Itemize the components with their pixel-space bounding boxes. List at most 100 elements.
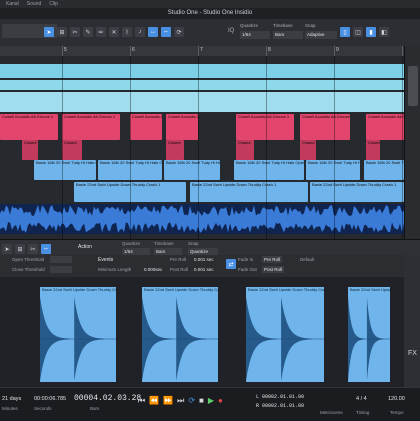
clip-title: Cowell Acoustic Alt Groove 1 (132, 114, 162, 119)
hats-clip[interactable]: Basie 22nd Swirl Upside Down Thuddy Cras… (190, 182, 308, 202)
listen-tool-icon[interactable]: ♪ (135, 27, 145, 37)
post-roll-label: Post Roll (170, 267, 189, 272)
audio-editor: Basie 22nd Swirl Upside Down Thuddy Cras… (0, 277, 404, 387)
bars-label: Bars (90, 406, 100, 411)
acoustic-clip[interactable]: Cowell Acoustic Alt Groove 1 (366, 114, 404, 140)
follow-icon[interactable]: ⇔ (161, 27, 171, 37)
editor-follow-icon[interactable]: ⇔ (41, 244, 51, 254)
editor-audio-event[interactable]: Basie 22nd Swirl Upside Down Thuddy Cras… (40, 287, 116, 382)
hats-clip[interactable]: Basie 22nd Swirl Upside Down Thuddy Cras… (310, 182, 404, 202)
menu-item-sound[interactable]: Sound (27, 1, 41, 7)
ride-clip[interactable]: Basie 16th 20 Swirl Tudy Hi Hats Open 8 (234, 160, 304, 180)
min-length-value[interactable]: 0.000sec (144, 267, 162, 272)
open-threshold-field[interactable] (50, 256, 72, 263)
post-roll-value[interactable]: 0.001 sec (194, 267, 214, 272)
acoustic-clip[interactable]: Cowell Acoustic Alt Groove 1 (166, 114, 198, 140)
menu-item-kanal[interactable]: Kanal (6, 1, 19, 7)
go-to-end-icon[interactable]: ⏭ (177, 396, 184, 406)
editor-audio-event[interactable]: Basie 22nd Swirl Upside Down Thuddy Cras… (142, 287, 218, 382)
stop-icon[interactable]: ■ (199, 396, 204, 406)
ride-clip[interactable]: Basie 16th 20 Swirl Tudy Hi Hats Open 8 (34, 160, 96, 180)
eraser-tool-icon[interactable]: ✎ (83, 27, 93, 37)
track-lane-1[interactable] (0, 64, 404, 78)
record-icon[interactable]: ● (218, 396, 223, 406)
editor-quantize-select[interactable]: 1/64 (122, 248, 150, 255)
acoustic-clip[interactable]: Cowell Acoustic Alt Groove 1 (236, 114, 294, 140)
autoscroll-icon[interactable]: ↔ (148, 27, 158, 37)
editor-audio-event[interactable]: Basie 22nd Swirl Upside Down Thuddy Cras… (246, 287, 324, 382)
closed-clip[interactable]: Closed (22, 140, 38, 160)
ruler-tick (402, 46, 403, 56)
inspector-icon[interactable]: ▮ (366, 27, 376, 37)
loop-icon[interactable]: ⟳ (174, 27, 184, 37)
fade-link-icon[interactable]: ⇄ (226, 259, 236, 269)
edit-tools: ➤ ⊞ ✂ ✎ ✏ ✕ ⌇ ♪ ↔ ⇔ ⟳ (44, 25, 184, 39)
track-lane-2[interactable] (0, 80, 404, 90)
closed-clip[interactable]: Closed (166, 140, 184, 160)
fx-icon[interactable]: FX (408, 350, 417, 357)
arrow-tool-icon[interactable]: ➤ (44, 27, 54, 37)
editor-timebase-select[interactable]: Bars (154, 248, 182, 255)
return-to-zero-icon[interactable]: ⏮ (138, 396, 145, 406)
seconds-value[interactable]: 00:00:06.785 (34, 396, 66, 402)
bend-tool-icon[interactable]: ⌇ (122, 27, 132, 37)
timing-value[interactable]: 4 / 4 (356, 396, 367, 402)
quantize-select[interactable]: 1/64 (240, 31, 270, 39)
metronome-label: Metronome (320, 410, 343, 415)
editor-snap-label: Snap (188, 241, 199, 246)
acoustic-clip[interactable]: Cowell Acoustic Alt Groove 1 (300, 114, 350, 140)
closed-clip[interactable]: Closed (300, 140, 316, 160)
acoustic-clip[interactable]: Cowell Acoustic Alt Groove 1 (130, 114, 162, 140)
loop-start[interactable]: L 00002.01.01.00 (256, 394, 304, 400)
menu-item-clip[interactable]: Clip (49, 1, 58, 7)
ride-clip[interactable]: Basie 16th 20 Swirl Tudy Hi Hats Open 8 (164, 160, 220, 180)
open-threshold-label: Open Threshold (12, 257, 45, 262)
browse-icon[interactable]: ◧ (379, 27, 389, 37)
editor-split-icon[interactable]: ✂ (28, 244, 38, 254)
clip-title: Closed (168, 140, 181, 145)
action-label[interactable]: Action (78, 244, 92, 250)
track-lane-3[interactable] (0, 92, 404, 112)
position-display[interactable]: 00004.02.03.28 (74, 394, 141, 403)
record-days: 21 days (2, 396, 22, 402)
snap-toggle-icon[interactable]: ▯ (340, 27, 350, 37)
range-tool-icon[interactable]: ⊞ (57, 27, 67, 37)
waveform-graphic (0, 205, 404, 233)
clip-title: Closed (24, 140, 37, 145)
close-threshold-field[interactable] (50, 266, 72, 273)
clip-title: Basie 22nd Swirl Upside Down Thuddy Cras… (312, 182, 397, 187)
editor-range-icon[interactable]: ⊞ (15, 244, 25, 254)
acoustic-clip[interactable]: Cowell Acoustic Alt Groove 1 (0, 114, 58, 140)
strip-silence-panel: Open Threshold Close Threshold Events Mi… (0, 255, 420, 278)
vertical-scrollbar[interactable] (404, 46, 420, 239)
grid-icon[interactable]: ◫ (353, 27, 363, 37)
loop-end[interactable]: R 00002.01.01.00 (256, 403, 304, 409)
fade-pre-roll[interactable]: Pre Roll (262, 256, 283, 263)
ride-clip[interactable]: Basie 16th 20 Swirl Tudy Hi Hats Open 8 (364, 160, 404, 180)
ride-clip[interactable]: Basie 16th 20 Swirl Tudy Hi Hats Open 8 (306, 160, 360, 180)
scroll-thumb[interactable] (408, 66, 418, 106)
fast-forward-icon[interactable]: ⏩ (163, 396, 173, 406)
timebase-select[interactable]: Bars (273, 31, 303, 39)
default-button[interactable]: Default (300, 257, 314, 262)
closed-clip[interactable]: Closed (236, 140, 254, 160)
editor-arrow-icon[interactable]: ➤ (2, 244, 12, 254)
waveform-lane[interactable] (0, 204, 404, 234)
paint-tool-icon[interactable]: ✏ (96, 27, 106, 37)
play-icon[interactable]: ▶ (208, 396, 214, 406)
snap-select[interactable]: Adaptive (305, 31, 337, 39)
loop-transport-icon[interactable]: ⟳ (188, 396, 195, 406)
fade-post-roll[interactable]: Post Roll (262, 266, 285, 273)
closed-clip[interactable]: Closed (366, 140, 380, 160)
editor-audio-event[interactable]: Basie 22nd Swirl Upside Down Thuddy Cras… (348, 287, 390, 382)
mute-tool-icon[interactable]: ✕ (109, 27, 119, 37)
closed-clip[interactable]: Closed (62, 140, 82, 160)
grid-line (198, 56, 199, 239)
editor-snap-select[interactable]: Quantize (188, 248, 218, 255)
tempo-value[interactable]: 120.00 (388, 396, 405, 402)
acoustic-clip[interactable]: Cowell Acoustic Alt Groove 1 (62, 114, 120, 140)
clip-title: Basie 16th 20 Swirl Tudy Hi Hats Open 8 (36, 160, 96, 165)
pre-roll-value[interactable]: 0.001 sec (194, 257, 214, 262)
split-tool-icon[interactable]: ✂ (70, 27, 80, 37)
rewind-icon[interactable]: ⏪ (149, 396, 159, 406)
